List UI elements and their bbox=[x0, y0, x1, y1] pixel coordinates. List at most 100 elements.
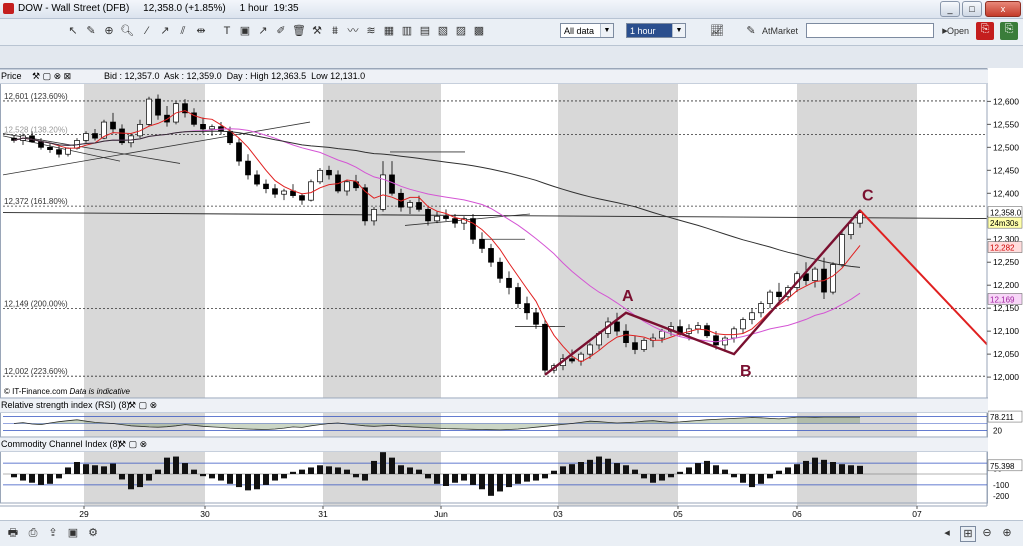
settings-grid-icon[interactable]: ▧ bbox=[436, 24, 450, 38]
cci-bar bbox=[344, 469, 350, 474]
delete-drawing-icon[interactable]: 🗑︎ bbox=[292, 24, 306, 38]
maximize-button[interactable]: □ bbox=[962, 1, 982, 17]
cci-bar bbox=[812, 457, 818, 474]
fibonacci-tool-icon[interactable]: ⩩ bbox=[328, 24, 342, 38]
cci-bar bbox=[281, 474, 287, 479]
cci-bar bbox=[173, 456, 179, 474]
trendline-tool-icon[interactable]: ⁄ bbox=[140, 24, 154, 38]
indicator-tool-icon[interactable]: ▦ bbox=[382, 24, 396, 38]
candle-body bbox=[713, 335, 719, 346]
rsi-panel-title: Relative strength index (RSI) (8) bbox=[1, 400, 130, 410]
trade-ticket-icon[interactable]: ⎘ bbox=[976, 22, 994, 40]
scroll-left-icon[interactable]: ◂ bbox=[940, 526, 954, 540]
price-panel-title: Price bbox=[1, 71, 22, 81]
cci-bar bbox=[578, 462, 584, 474]
cci-bar bbox=[794, 464, 800, 474]
channel-tool-icon[interactable]: ⫽ bbox=[176, 24, 190, 38]
zoom-tool-icon[interactable]: ⊕ bbox=[102, 24, 116, 38]
cci-tick-label: -200 bbox=[993, 492, 1010, 501]
last-price-tag: 12,358.0 bbox=[990, 209, 1022, 218]
fit-zoom-icon[interactable]: ⊞ bbox=[960, 526, 976, 542]
range-select[interactable]: All data ▼ bbox=[560, 23, 614, 38]
open-label[interactable]: Open bbox=[946, 24, 970, 38]
candle-body bbox=[506, 277, 512, 288]
cci-bar bbox=[569, 464, 575, 474]
print-preview-icon[interactable]: ⎙ bbox=[26, 526, 40, 540]
candle-type-icon[interactable]: ▤ bbox=[418, 24, 432, 38]
candle-body bbox=[155, 98, 161, 116]
cci-bar bbox=[830, 462, 836, 474]
tools-icon[interactable]: ⚒ bbox=[310, 24, 324, 38]
cci-bar bbox=[587, 459, 593, 474]
x-tick-label: 30 bbox=[200, 509, 210, 519]
candle-body bbox=[236, 142, 242, 162]
cci-bar bbox=[713, 465, 719, 474]
candle-body bbox=[416, 202, 422, 210]
candle-body bbox=[632, 342, 638, 350]
deal-ticket-icon[interactable]: ⎘ bbox=[1000, 22, 1018, 40]
close-button[interactable]: x bbox=[985, 1, 1021, 17]
panel-tools-icon[interactable]: ⚒ ▢ ⊗ ⊠ bbox=[32, 70, 71, 82]
cci-bar bbox=[137, 474, 143, 488]
edit-order-icon[interactable]: ✎ bbox=[744, 24, 758, 38]
horizontal-line-tool-icon[interactable]: ⇹ bbox=[194, 24, 208, 38]
y-tick-label: 12,500 bbox=[993, 142, 1019, 152]
cci-panel-tools-icon[interactable]: ⚒ ▢ ⊗ bbox=[118, 438, 147, 450]
settings-icon[interactable]: ⚙︎ bbox=[86, 526, 100, 540]
print-icon[interactable]: 🖶︎ bbox=[6, 526, 20, 540]
cci-bar bbox=[110, 463, 116, 474]
zoom-in-icon[interactable]: ⊕ bbox=[1000, 526, 1014, 540]
cci-bar bbox=[758, 474, 764, 484]
cci-bar bbox=[848, 465, 854, 474]
cci-bar bbox=[227, 474, 233, 484]
minimize-button[interactable]: _ bbox=[940, 1, 960, 17]
cci-bar bbox=[29, 474, 35, 483]
chevron-down-icon: ▼ bbox=[600, 24, 613, 37]
price-chart[interactable]: 12,601 (123.60%) 12,372 (161.80%) 12,149 (… bbox=[0, 68, 1023, 520]
cci-bar bbox=[182, 463, 188, 474]
interval-select[interactable]: 1 hour ▼ bbox=[626, 23, 686, 38]
text-tool-icon[interactable]: T bbox=[220, 24, 234, 38]
magnifier-tool-icon[interactable]: 🔍︎ bbox=[120, 24, 134, 38]
cci-bar bbox=[362, 474, 368, 481]
layout-icon[interactable]: ▨ bbox=[454, 24, 468, 38]
cci-bar bbox=[614, 463, 620, 474]
search-input[interactable] bbox=[806, 23, 934, 38]
save-chart-icon[interactable]: ▣ bbox=[66, 526, 80, 540]
gann-tool-icon[interactable]: ≋ bbox=[364, 24, 378, 38]
pen-tool-icon[interactable]: ✎ bbox=[84, 24, 98, 38]
atmarket-toggle[interactable]: AtMarket bbox=[760, 24, 800, 38]
cci-bar bbox=[119, 474, 125, 480]
export-icon[interactable]: ⇪ bbox=[46, 526, 60, 540]
indicators-chart-icon[interactable]: 📈︎ bbox=[702, 24, 732, 38]
cci-bar bbox=[326, 466, 332, 474]
cci-bar bbox=[272, 474, 278, 481]
cci-bar bbox=[641, 474, 647, 479]
ray-tool-icon[interactable]: ↗ bbox=[158, 24, 172, 38]
candle-body bbox=[110, 121, 116, 130]
y-tick-label: 12,250 bbox=[993, 257, 1019, 267]
chart-type-icon[interactable]: ▥ bbox=[400, 24, 414, 38]
template-icon[interactable]: ▩ bbox=[472, 24, 486, 38]
cci-bar bbox=[407, 467, 413, 474]
zoom-out-icon[interactable]: ⊖ bbox=[980, 526, 994, 540]
candle-body bbox=[299, 195, 305, 201]
y-tick-label: 12,600 bbox=[993, 96, 1019, 106]
candle-body bbox=[371, 209, 377, 222]
cci-bar bbox=[128, 474, 134, 490]
cci-bar bbox=[353, 474, 359, 478]
pointer-tool-icon[interactable]: ↖ bbox=[66, 24, 80, 38]
cci-bar bbox=[776, 470, 782, 474]
rsi-panel-tools-icon[interactable]: ⚒ ▢ ⊗ bbox=[128, 399, 157, 411]
app-logo-icon bbox=[3, 3, 14, 14]
rsi-value-tag: 78.211 bbox=[990, 413, 1014, 422]
candle-body bbox=[407, 202, 413, 208]
elliott-tool-icon[interactable]: 〰 bbox=[346, 24, 360, 38]
note-tool-icon[interactable]: ▣ bbox=[238, 24, 252, 38]
candle-body bbox=[830, 264, 836, 293]
drawing-style-icon[interactable]: ✐ bbox=[274, 24, 288, 38]
cci-bar bbox=[533, 474, 539, 481]
candle-body bbox=[470, 218, 476, 240]
candle-body bbox=[209, 126, 215, 130]
arrow-tool-icon[interactable]: ↗ bbox=[256, 24, 270, 38]
